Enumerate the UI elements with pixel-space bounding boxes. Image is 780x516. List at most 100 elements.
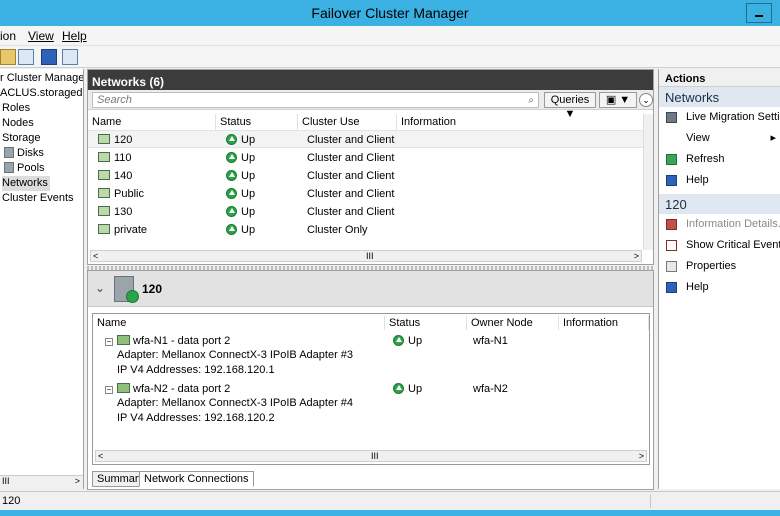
col-name[interactable]: Name xyxy=(88,114,216,130)
network-use: Cluster and Client xyxy=(307,188,395,200)
actions-section-networks[interactable]: Networks xyxy=(659,87,780,107)
col-status[interactable]: Status xyxy=(216,114,298,130)
network-adapter-icon xyxy=(117,335,130,345)
connection-status: Up xyxy=(393,334,422,348)
action-help-label: Help xyxy=(686,174,709,186)
details-panel: ⌄ 120 Name Status Owner Node Information… xyxy=(87,270,654,490)
actions-section-selected[interactable]: 120 xyxy=(659,194,780,214)
tree-item-nodes[interactable]: Nodes xyxy=(2,116,34,131)
status-up-icon xyxy=(226,152,237,163)
tab-network-connections[interactable]: Network Connections xyxy=(139,471,254,487)
connections-horizontal-scrollbar[interactable]: < III > xyxy=(95,450,647,462)
details-title: 120 xyxy=(142,282,163,296)
minimize-button[interactable] xyxy=(746,3,772,23)
dcol-status[interactable]: Status xyxy=(385,316,467,330)
action-information-details[interactable]: Information Details... xyxy=(659,214,780,235)
network-name: 140 xyxy=(114,170,133,182)
dcol-information[interactable]: Information xyxy=(559,316,649,330)
action-show-critical-events[interactable]: Show Critical Events xyxy=(659,235,780,256)
network-row[interactable]: 130 Up Cluster and Client xyxy=(88,203,644,221)
scroll-right-icon[interactable]: > xyxy=(75,476,80,486)
status-up-icon xyxy=(393,383,404,394)
action-view[interactable]: View ▸ xyxy=(659,128,780,149)
tree-item-cluster[interactable]: ACLUS.storagedon xyxy=(0,86,83,101)
menu-view[interactable]: View xyxy=(28,29,54,43)
network-use: Cluster and Client xyxy=(307,206,395,218)
console-tree-icon[interactable] xyxy=(18,49,34,65)
tree-item-pools[interactable]: Pools xyxy=(4,161,45,176)
network-name: private xyxy=(114,224,148,236)
connections-list: Name Status Owner Node Information − wfa-… xyxy=(92,313,650,465)
toolbar xyxy=(0,46,780,68)
network-icon xyxy=(98,224,110,234)
save-icon: ▣ xyxy=(605,94,617,106)
action-properties[interactable]: Properties xyxy=(659,256,780,277)
tree-item-disks[interactable]: Disks xyxy=(4,146,44,161)
chevron-down-icon[interactable]: ⌄ xyxy=(95,281,105,295)
connection-adapter: Adapter: Mellanox ConnectX-3 IPoIB Adapt… xyxy=(117,397,354,409)
help-icon xyxy=(666,175,677,186)
network-icon xyxy=(98,188,110,198)
tree-item-networks[interactable]: Networks xyxy=(2,176,50,191)
action-help-2[interactable]: Help xyxy=(659,277,780,298)
tree-item-roles[interactable]: Roles xyxy=(2,101,30,116)
search-bar: Search ⌕ Queries ▼ ▣ ▼ ⌄ xyxy=(88,90,653,120)
collapse-icon[interactable]: − xyxy=(105,338,113,346)
collapse-icon[interactable]: ⌄ xyxy=(639,93,653,107)
folder-icon[interactable] xyxy=(0,49,16,65)
action-help[interactable]: Help xyxy=(659,170,780,191)
dcol-name[interactable]: Name xyxy=(93,316,385,330)
actions-header: Actions xyxy=(659,69,780,87)
tree-item-cluster-events[interactable]: Cluster Events xyxy=(2,191,74,206)
scroll-right-icon[interactable]: > xyxy=(634,251,639,261)
help-icon[interactable] xyxy=(41,49,57,65)
network-status: Up xyxy=(241,170,256,182)
tree-scrollbar[interactable]: III > xyxy=(0,475,83,489)
status-up-icon xyxy=(226,134,237,145)
dcol-owner-node[interactable]: Owner Node xyxy=(467,316,559,330)
network-status: Up xyxy=(241,224,256,236)
network-row[interactable]: 140 Up Cluster and Client xyxy=(88,167,644,185)
status-separator xyxy=(650,494,651,508)
action-information-details-label: Information Details... xyxy=(686,218,780,230)
network-name: 110 xyxy=(114,152,132,164)
queries-button[interactable]: Queries ▼ xyxy=(544,92,596,120)
tree-item-storage[interactable]: Storage xyxy=(2,131,41,146)
scroll-left-icon[interactable]: < xyxy=(93,251,98,261)
menu-action[interactable]: ion xyxy=(0,29,16,43)
network-icon xyxy=(98,134,110,144)
action-refresh[interactable]: Refresh xyxy=(659,149,780,170)
networks-vertical-scrollbar[interactable] xyxy=(643,114,653,250)
networks-horizontal-scrollbar[interactable]: < III > xyxy=(90,250,642,262)
col-cluster-use[interactable]: Cluster Use xyxy=(298,114,397,130)
network-row[interactable]: 120 Up Cluster and Client xyxy=(88,130,644,148)
disk-icon xyxy=(4,147,14,158)
menu-help[interactable]: Help xyxy=(62,29,87,43)
scroll-left-icon[interactable]: < xyxy=(98,451,103,461)
search-icon[interactable]: ⌕ xyxy=(528,94,534,108)
save-query-button[interactable]: ▣ ▼ xyxy=(599,92,637,108)
information-details-icon xyxy=(666,219,677,230)
action-live-migration-settings[interactable]: Live Migration Settings... xyxy=(659,107,780,128)
connection-name[interactable]: − wfa-N1 - data port 2 xyxy=(105,334,230,348)
refresh-icon xyxy=(666,154,677,165)
connection-name[interactable]: − wfa-N2 - data port 2 xyxy=(105,382,230,396)
network-row[interactable]: 110 Up Cluster and Client xyxy=(88,149,644,167)
menu-help-label: Help xyxy=(62,29,87,43)
chevron-right-icon: ▸ xyxy=(770,132,776,144)
collapse-icon[interactable]: − xyxy=(105,386,113,394)
title-bar: Failover Cluster Manager xyxy=(0,0,780,26)
scroll-right-icon[interactable]: > xyxy=(639,451,644,461)
action-pane-icon[interactable] xyxy=(62,49,78,65)
network-name: 130 xyxy=(114,206,133,218)
col-information[interactable]: Information xyxy=(397,114,644,130)
search-input[interactable]: Search ⌕ xyxy=(92,92,539,108)
details-header: ⌄ 120 xyxy=(88,271,653,307)
status-up-icon xyxy=(226,170,237,181)
tree-item-root[interactable]: r Cluster Manager xyxy=(0,71,83,86)
network-row[interactable]: private Up Cluster Only xyxy=(88,221,644,239)
network-use: Cluster and Client xyxy=(307,170,395,182)
network-row[interactable]: Public Up Cluster and Client xyxy=(88,185,644,203)
connection-owner: wfa-N1 xyxy=(473,335,508,347)
status-text: 120 xyxy=(2,495,21,507)
